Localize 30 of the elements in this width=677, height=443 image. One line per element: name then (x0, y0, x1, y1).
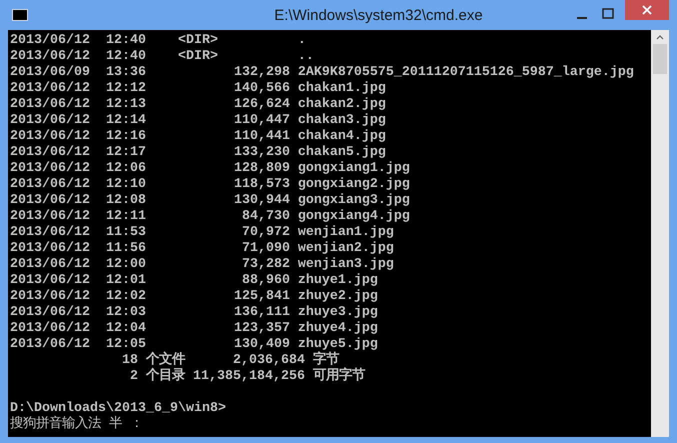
close-button[interactable] (625, 0, 669, 20)
directory-line: 2013/06/12 11:53 70,972 wenjian1.jpg (10, 225, 394, 241)
command-prompt: D:\Downloads\2013_6_9\win8> (10, 401, 226, 416)
directory-line: 2013/06/12 12:08 130,944 gongxiang3.jpg (10, 193, 410, 209)
directory-line: 2013/06/12 11:56 71,090 wenjian2.jpg (10, 241, 394, 257)
scrollbar[interactable] (651, 30, 669, 437)
scrollbar-thumb[interactable] (653, 44, 667, 74)
directory-line: 2013/06/12 12:13 126,624 chakan2.jpg (10, 97, 386, 113)
directory-line: 2013/06/12 12:40 <DIR> .. (10, 49, 314, 65)
directory-line: 2013/06/09 13:36 132,298 2AK9K8705575_20111207115126_5987_large.jpg (10, 65, 634, 81)
directory-line: 2013/06/12 12:01 88,960 zhuye1.jpg (10, 273, 378, 289)
summary-line: 2 个目录 11,385,184,256 可用字节 (128, 369, 365, 385)
directory-line: 2013/06/12 12:00 73,282 wenjian3.jpg (10, 257, 394, 273)
directory-line: 2013/06/12 12:16 110,441 chakan4.jpg (10, 129, 386, 145)
directory-line: 2013/06/12 12:03 136,111 zhuye3.jpg (10, 305, 378, 321)
directory-line: 2013/06/12 12:17 133,230 chakan5.jpg (10, 145, 386, 161)
window-title: E:\Windows\system32\cmd.exe (273, 6, 484, 26)
directory-line: 2013/06/12 12:10 118,573 gongxiang2.jpg (10, 177, 410, 193)
directory-line: 2013/06/12 12:06 128,809 gongxiang1.jpg (10, 161, 410, 177)
directory-line: 2013/06/12 12:40 <DIR> . (10, 33, 306, 49)
summary-line: 18 个文件 2,036,684 字节 (120, 353, 339, 368)
directory-line: 2013/06/12 12:12 140,566 chakan1.jpg (10, 81, 386, 97)
directory-line: 2013/06/12 12:04 123,357 zhuye4.jpg (10, 321, 378, 337)
ime-status: 搜狗拼音输入法 半 ： (10, 417, 143, 433)
console-app-icon (12, 9, 28, 21)
directory-line: 2013/06/12 12:05 130,409 zhuye5.jpg (10, 337, 378, 352)
directory-line: 2013/06/12 12:02 125,841 zhuye2.jpg (10, 289, 378, 305)
directory-line: 2013/06/12 12:11 84,730 gongxiang4.jpg (10, 209, 410, 225)
close-icon (642, 5, 652, 15)
directory-line: 2013/06/12 12:14 110,447 chakan3.jpg (10, 113, 386, 129)
